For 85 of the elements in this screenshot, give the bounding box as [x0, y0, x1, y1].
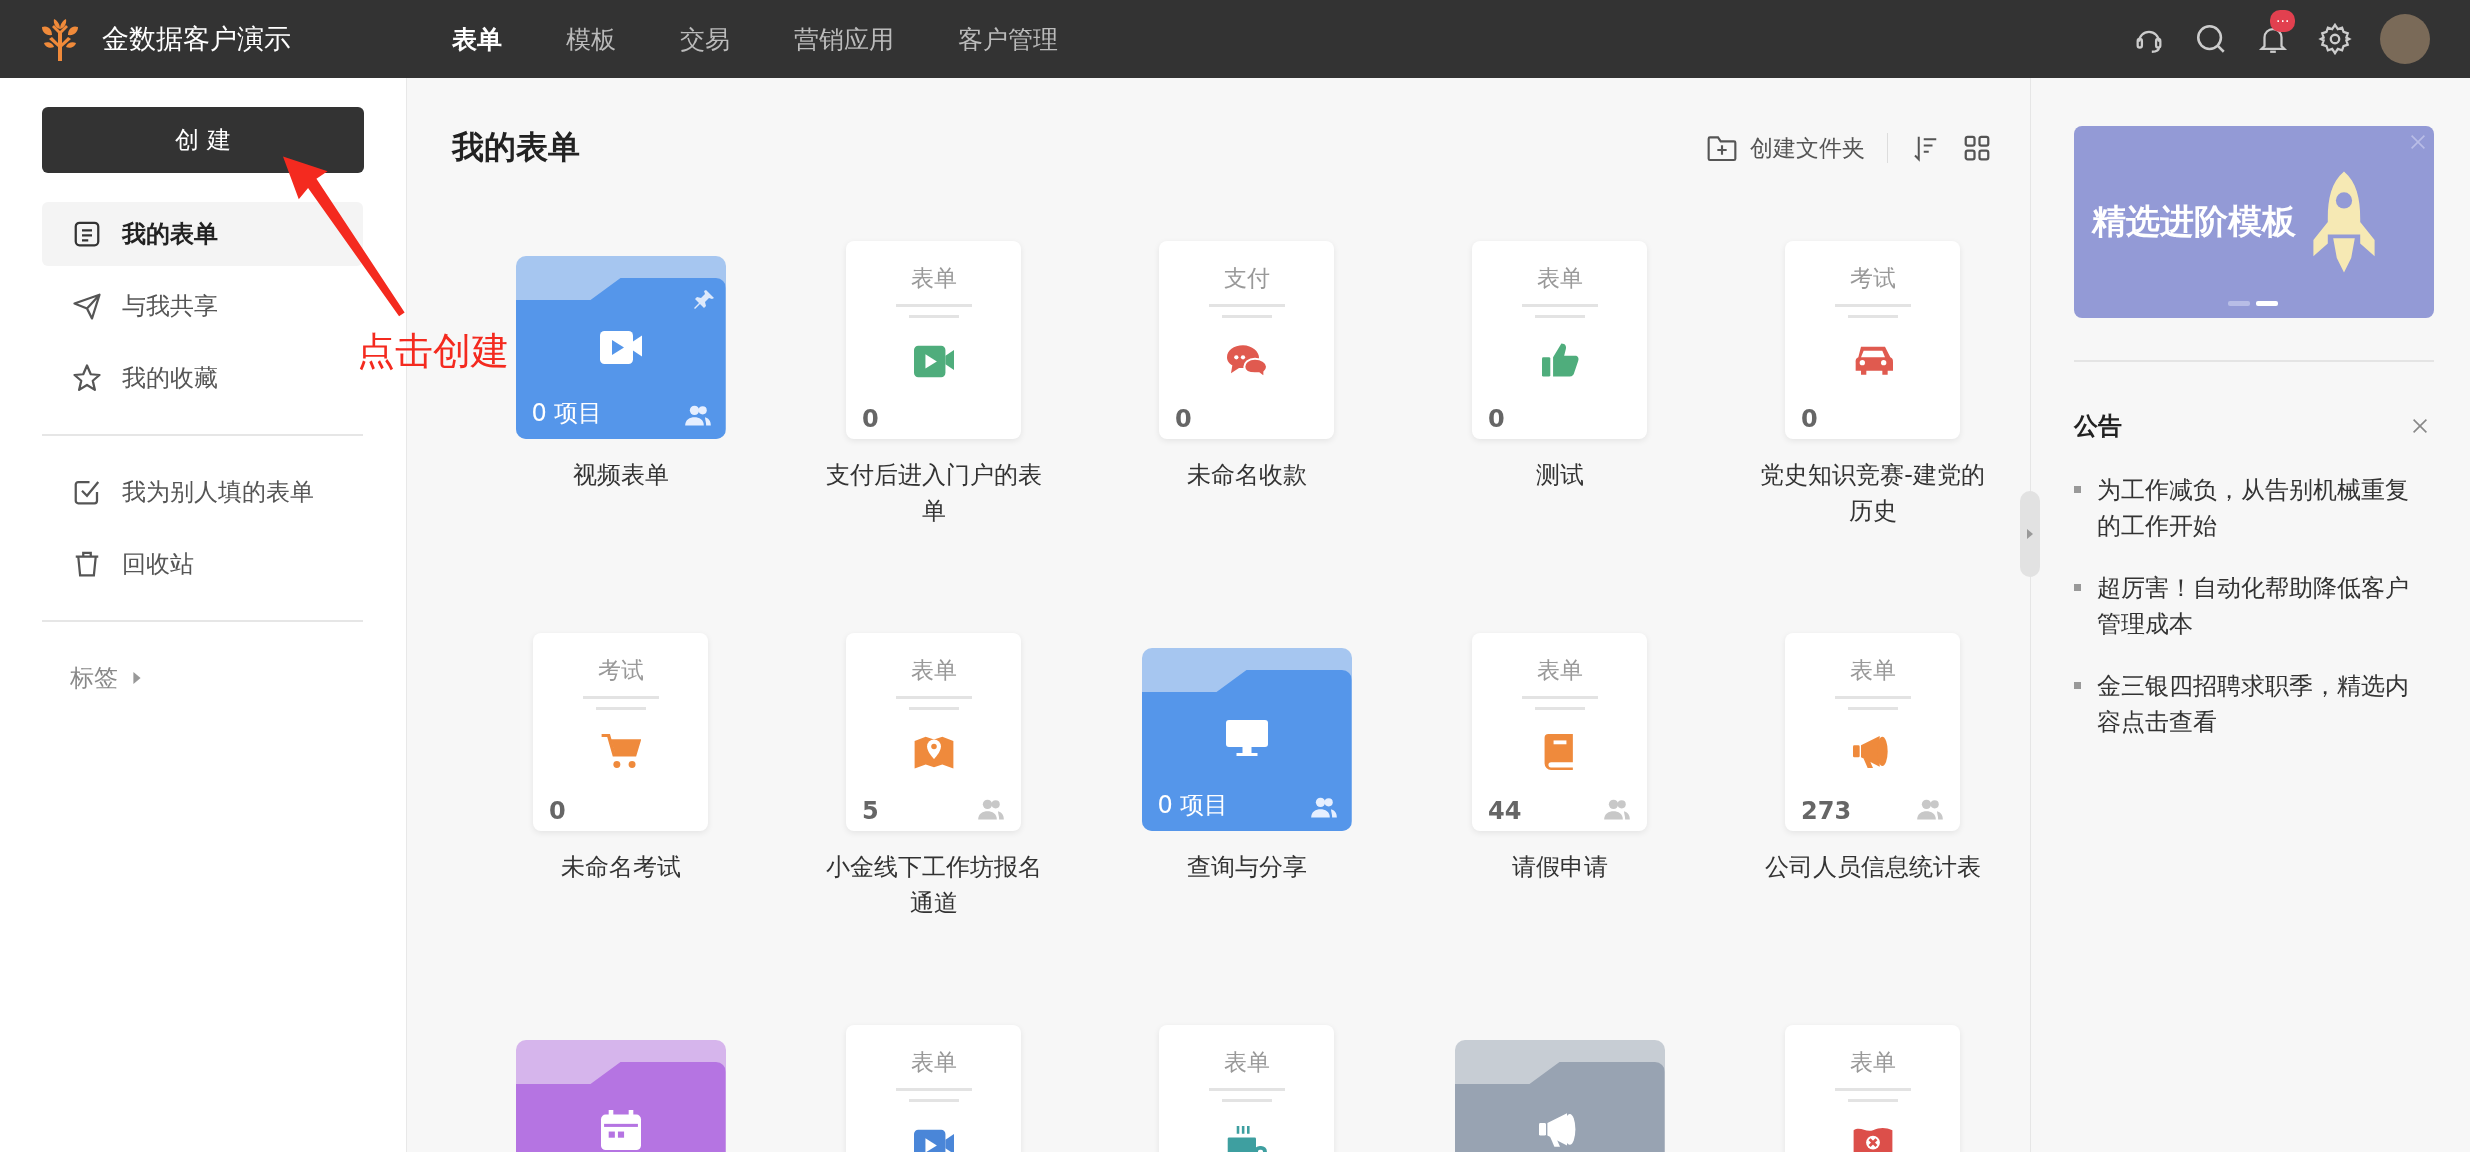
response-count: 0 — [862, 405, 879, 433]
announcement-link[interactable]: 超厉害！自动化帮助降低客户管理成本 — [2097, 570, 2417, 642]
app-name: 金数据客户演示 — [102, 22, 291, 56]
sidebar-item[interactable]: 我为别人填的表单 — [42, 460, 363, 524]
shared-users-icon — [977, 797, 1005, 821]
shared-users-icon — [1309, 795, 1338, 819]
response-count: 273 — [1801, 797, 1852, 825]
bullet — [2074, 584, 2081, 591]
response-count: 5 — [862, 797, 879, 825]
sidebar-item[interactable]: 我的表单 — [42, 202, 363, 266]
response-count: 0 — [549, 797, 566, 825]
form-type-label: 考试 — [1849, 264, 1896, 293]
chat-bubbles-icon — [1226, 342, 1267, 378]
item-count: 0 项目 — [531, 398, 603, 429]
response-count: 0 — [1175, 405, 1192, 433]
item-title: 支付后进入门户的表单 — [824, 460, 1043, 527]
page-title: 我的表单 — [452, 127, 580, 168]
nav-tab[interactable]: 营销应用 — [774, 22, 914, 56]
form-type-label: 表单 — [1223, 1048, 1270, 1077]
shopping-cart-icon — [600, 734, 641, 770]
carousel-dots[interactable] — [2228, 301, 2278, 306]
map-pin-icon — [913, 734, 954, 770]
nav-tab[interactable]: 模板 — [546, 22, 636, 56]
response-count: 0 — [1488, 405, 1505, 433]
panel-collapse-handle[interactable] — [2020, 491, 2040, 577]
item-title: 小金线下工作坊报名通道 — [824, 852, 1043, 919]
form-type-label: 考试 — [597, 656, 644, 685]
announcement-title: 公告 — [2074, 411, 2122, 442]
form-card[interactable]: 表单 273 — [1785, 633, 1960, 831]
nav-tab[interactable]: 交易 — [660, 22, 750, 56]
response-count: 0 — [1801, 405, 1818, 433]
form-card[interactable]: 支付 0 — [1159, 241, 1334, 439]
caret-icon — [132, 672, 142, 684]
paper-plane-icon — [72, 291, 102, 321]
form-type-label: 表单 — [1536, 264, 1583, 293]
form-type-label: 支付 — [1223, 264, 1270, 293]
form-card[interactable]: 表单 0 — [846, 241, 1021, 439]
form-card[interactable]: 表单 5 — [846, 633, 1021, 831]
form-type-label: 表单 — [1849, 1048, 1896, 1077]
nav-tab[interactable]: 表单 — [432, 22, 522, 56]
thumbs-up-icon — [1539, 342, 1580, 378]
bullet — [2074, 682, 2081, 689]
announcement-link[interactable]: 金三银四招聘求职季，精选内容点击查看 — [2097, 668, 2417, 740]
avatar[interactable] — [2380, 14, 2430, 64]
form-type-label: 表单 — [910, 264, 957, 293]
create-button[interactable]: 创 建 — [42, 107, 364, 173]
response-count: 44 — [1488, 797, 1522, 825]
form-card[interactable]: 考试 0 — [533, 633, 708, 831]
form-card[interactable]: 考试 0 — [1785, 241, 1960, 439]
sidebar-item[interactable]: 回收站 — [42, 532, 363, 596]
banner-text: 精选进阶模板 — [2092, 200, 2296, 243]
item-count: 0 项目 — [1157, 790, 1229, 821]
form-type-label: 表单 — [1849, 656, 1896, 685]
item-title: 未命名收款 — [1185, 460, 1308, 491]
star-icon — [72, 363, 102, 393]
form-card[interactable]: 表单 0 — [1472, 241, 1647, 439]
tags-toggle[interactable]: 标签 — [42, 646, 142, 710]
tree-logo-icon[interactable] — [40, 17, 80, 61]
item-title: 查询与分享 — [1185, 852, 1308, 883]
form-type-label: 表单 — [910, 1048, 957, 1077]
notification-badge: ··· — [2270, 10, 2296, 32]
settings-icon[interactable] — [2318, 22, 2352, 56]
calendar-icon — [599, 1110, 642, 1150]
monitor-icon — [1225, 718, 1268, 758]
create-folder-button[interactable]: 创建文件夹 — [1706, 132, 1865, 164]
bullet — [2074, 486, 2081, 493]
item-title: 视频表单 — [571, 460, 670, 491]
form-type-label: 表单 — [910, 656, 957, 685]
item-title: 党史知识竞赛-建党的历史 — [1760, 460, 1985, 527]
shared-users-icon — [1603, 797, 1631, 821]
close-icon[interactable] — [2412, 418, 2428, 434]
form-type-label: 表单 — [1536, 656, 1583, 685]
nav-tab[interactable]: 客户管理 — [938, 22, 1078, 56]
shared-users-icon — [1916, 797, 1944, 821]
coffee-cup-icon — [1226, 1126, 1267, 1152]
item-title: 测试 — [1534, 460, 1585, 491]
form-card[interactable]: 表单 44 — [1472, 633, 1647, 831]
item-title: 请假申请 — [1510, 852, 1609, 883]
flag-icon — [1852, 1126, 1893, 1152]
item-title: 未命名考试 — [559, 852, 682, 883]
grid-view-icon[interactable] — [1962, 133, 1992, 163]
shared-users-icon — [683, 403, 712, 427]
document-icon — [72, 219, 102, 249]
announcement-link[interactable]: 为工作减负，从告别机械重复的工作开始 — [2097, 472, 2417, 544]
item-title: 公司人员信息统计表 — [1763, 852, 1982, 883]
